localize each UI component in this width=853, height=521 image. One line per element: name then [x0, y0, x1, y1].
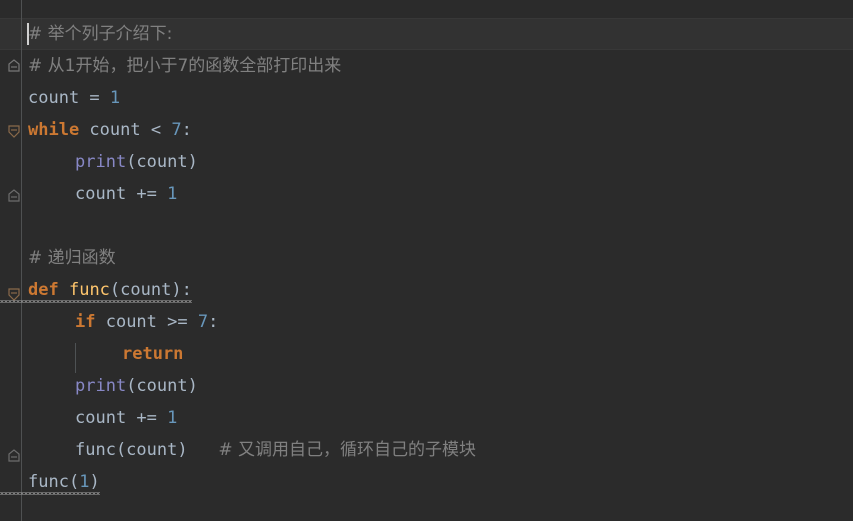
code-line[interactable]: func(1) [0, 466, 100, 498]
code-line[interactable]: print(count) [0, 370, 198, 402]
code-line[interactable] [0, 210, 28, 242]
code-line[interactable]: func(count) # 又调用自己，循环自己的子模块 [0, 434, 476, 466]
code-token: ( [68, 472, 80, 492]
code-token: # 递归函数 [28, 248, 116, 268]
code-token: 1 [109, 88, 121, 108]
code-token: < [150, 120, 172, 140]
code-token: >= [167, 312, 198, 332]
code-token: func(count) [75, 440, 188, 460]
code-token: : [181, 120, 192, 140]
code-token: # 举个列子介绍下: [28, 24, 173, 44]
code-line[interactable]: return [0, 338, 183, 370]
code-token: count [75, 184, 137, 204]
code-token: ) [89, 472, 100, 492]
code-token: 7 [197, 312, 209, 332]
code-editor[interactable]: # 举个列子介绍下: # 从1开始，把小于7的函数全部打印出来 count = 1w… [0, 0, 853, 521]
code-line[interactable]: count += 1 [0, 178, 177, 210]
code-token: count [75, 408, 137, 428]
code-token: (count): [109, 280, 192, 300]
code-line[interactable]: if count >= 7: [0, 306, 218, 338]
code-token: # 又调用自己，循环自己的子模块 [218, 440, 476, 460]
code-token: def [28, 280, 59, 300]
code-line[interactable]: # 举个列子介绍下: [0, 18, 172, 50]
code-token: count [79, 120, 151, 140]
code-token: += [136, 408, 168, 428]
code-token: 7 [171, 120, 182, 140]
code-token: # 从1开始，把小于7的函数全部打印出来 [28, 56, 342, 76]
code-line[interactable]: print(count) [0, 146, 198, 178]
code-token: func [68, 280, 110, 300]
code-token: += [136, 184, 168, 204]
code-token: = [79, 88, 110, 108]
code-token: while [28, 120, 80, 140]
code-line[interactable]: # 从1开始，把小于7的函数全部打印出来 [0, 50, 341, 82]
code-line[interactable]: while count < 7: [0, 114, 192, 146]
code-line[interactable]: # 递归函数 [0, 242, 116, 274]
code-token: 1 [167, 408, 178, 428]
code-token: 1 [79, 472, 90, 492]
code-token: return [122, 344, 184, 364]
code-token: count [95, 312, 168, 332]
code-token: print [75, 152, 127, 172]
code-line[interactable]: count += 1 [0, 402, 177, 434]
code-token: : [208, 312, 219, 332]
code-line[interactable]: def func(count): [0, 274, 192, 306]
editor-top-padding [0, 0, 853, 18]
code-token: (count) [126, 152, 198, 172]
code-token: 1 [167, 184, 178, 204]
code-token: print [75, 376, 127, 396]
code-line[interactable]: count = 1 [0, 82, 120, 114]
code-token: (count) [126, 376, 198, 396]
code-token: if [75, 312, 96, 332]
code-token: count [28, 88, 80, 108]
code-token: func [28, 472, 69, 492]
